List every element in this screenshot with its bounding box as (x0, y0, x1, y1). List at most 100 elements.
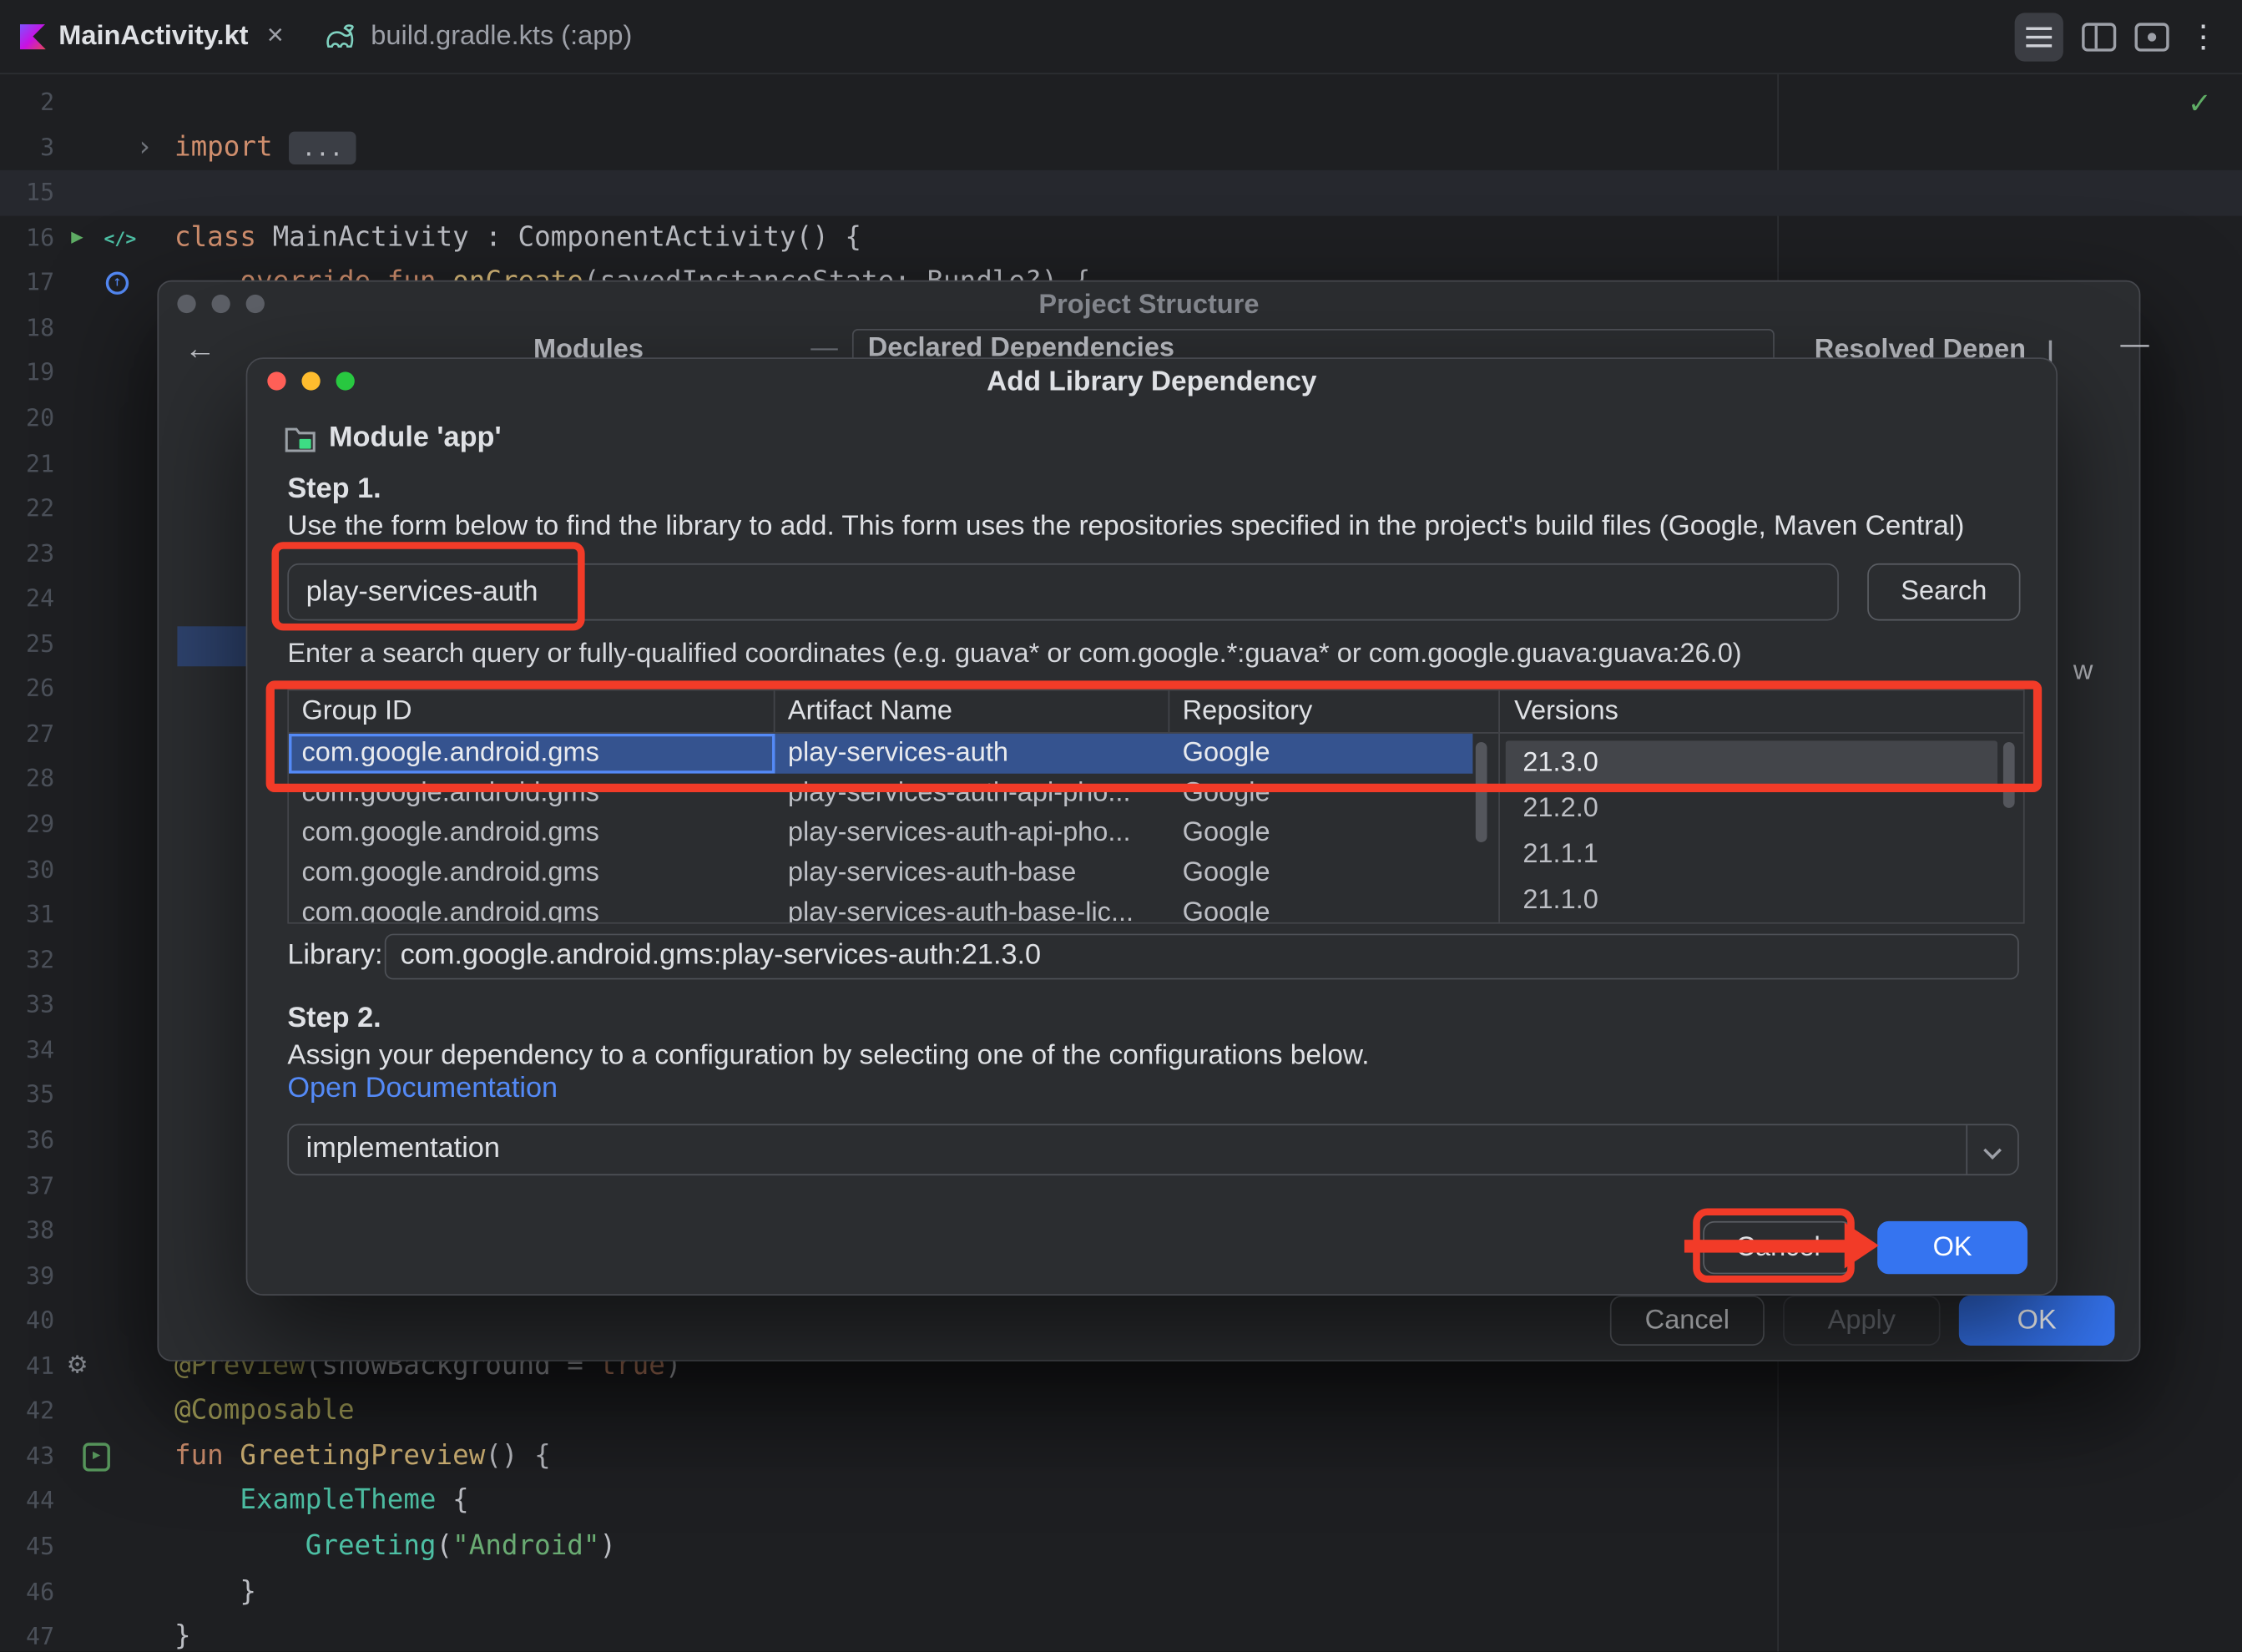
result-row[interactable]: com.google.android.gmsplay-services-auth… (289, 894, 1472, 924)
preview-icon[interactable]: ▶ (83, 1442, 110, 1471)
version-row[interactable]: 21.3.0 (1506, 740, 1997, 786)
line-number: 29 (0, 802, 54, 847)
library-label: Library: (287, 939, 382, 972)
result-cell: play-services-auth-base-lic... (775, 894, 1169, 924)
result-cell: Google (1169, 894, 1472, 924)
step1-description: Use the form below to find the library t… (287, 511, 1964, 543)
annotation-arrow-shaft (1684, 1240, 1847, 1252)
tab-label: build.gradle.kts (:app) (371, 21, 632, 53)
code-text: } (174, 1614, 191, 1651)
result-cell: com.google.android.gms (289, 854, 775, 894)
line-number: 26 (0, 667, 54, 712)
result-cell: play-services-auth-api-pho... (775, 814, 1169, 854)
markup-icon[interactable]: </> (94, 215, 146, 260)
results-table-header: Group ID Artifact Name Repository (289, 690, 1498, 733)
close-tab-icon[interactable]: × (267, 20, 284, 53)
line-number: 39 (0, 1254, 54, 1299)
result-cell: play-services-auth-api-pho... (775, 774, 1169, 814)
code-line: 45 Greeting("Android") (0, 1524, 2242, 1569)
back-arrow-icon[interactable]: ← (184, 331, 216, 368)
code-line: 3›import ... (0, 125, 2242, 170)
ok-button[interactable]: OK (1877, 1221, 2027, 1274)
result-cell: com.google.android.gms (289, 814, 775, 854)
line-number: 28 (0, 757, 54, 802)
structure-view-button[interactable] (2015, 13, 2063, 61)
tab-label: MainActivity.kt (58, 21, 248, 53)
split-editor-icon[interactable] (2082, 23, 2116, 51)
select-chevron[interactable] (1966, 1125, 2017, 1174)
line-number: 16 (0, 215, 54, 260)
step2-label: Step 2. (287, 1003, 381, 1035)
version-row[interactable]: 21.2.0 (1506, 786, 1997, 832)
results-table: Group ID Artifact Name Repository com.go… (289, 690, 1500, 922)
configuration-select[interactable]: implementation (287, 1124, 2018, 1175)
modules-list-selected-row[interactable] (177, 626, 247, 666)
code-text: ExampleTheme { (174, 1479, 469, 1524)
code-line: 2 (0, 80, 2242, 125)
ps-ok-button[interactable]: OK (1959, 1296, 2115, 1346)
line-number: 36 (0, 1118, 54, 1163)
module-label: Module 'app' (329, 422, 502, 454)
run-icon[interactable]: ▶ (63, 215, 91, 260)
ps-apply-button[interactable]: Apply (1783, 1296, 1940, 1346)
dialog-title: Add Library Dependency (247, 366, 2056, 399)
dialog-title: Project Structure (159, 290, 2139, 322)
code-text: @Composable (174, 1389, 355, 1434)
chevron-down-icon (1983, 1140, 2002, 1159)
versions-panel: Versions 21.3.021.2.021.1.121.1.0 (1500, 690, 2023, 922)
override-icon[interactable]: ↑ (106, 272, 129, 295)
line-number: 38 (0, 1209, 54, 1254)
preview-layout-icon[interactable] (2135, 23, 2169, 51)
result-row[interactable]: com.google.android.gmsplay-services-auth… (289, 774, 1472, 814)
result-row[interactable]: com.google.android.gmsplay-services-auth… (289, 814, 1472, 854)
versions-scrollbar[interactable] (2003, 742, 2015, 808)
ps-cancel-button[interactable]: Cancel (1610, 1296, 1765, 1346)
result-cell: Google (1169, 854, 1472, 894)
hide-panel-icon[interactable]: — (2120, 329, 2149, 361)
line-number: 41 (0, 1344, 54, 1389)
code-line: 46 } (0, 1569, 2242, 1614)
line-number: 2 (0, 80, 54, 125)
line-number: 20 (0, 396, 54, 441)
line-number: 35 (0, 1073, 54, 1118)
code-text: class MainActivity : ComponentActivity()… (174, 215, 861, 260)
code-text: Greeting("Android") (174, 1524, 616, 1569)
fold-icon[interactable]: › (132, 125, 158, 170)
version-row[interactable]: 21.1.0 (1506, 878, 1997, 924)
column-artifact-name[interactable]: Artifact Name (775, 690, 1169, 732)
line-number: 19 (0, 351, 54, 396)
library-field[interactable]: com.google.android.gms:play-services-aut… (385, 934, 2019, 980)
more-options-icon[interactable]: ⋮ (2188, 13, 2219, 61)
inspection-ok-icon[interactable]: ✓ (2188, 86, 2212, 122)
tab-mainactivity[interactable]: MainActivity.kt × (0, 0, 304, 73)
versions-header: Versions (1500, 690, 2023, 733)
column-group-id[interactable]: Group ID (289, 690, 775, 732)
step1-label: Step 1. (287, 473, 381, 506)
search-input[interactable] (287, 563, 1839, 621)
add-library-dependency-dialog: Add Library Dependency Module 'app' Step… (246, 357, 2058, 1296)
gear-icon[interactable]: ⚙ (63, 1344, 91, 1389)
results-rows: com.google.android.gmsplay-services-auth… (289, 734, 1498, 924)
line-number: 33 (0, 983, 54, 1028)
column-repository[interactable]: Repository (1169, 690, 1498, 732)
code-line: 47} (0, 1614, 2242, 1651)
line-number: 27 (0, 712, 54, 757)
result-cell: Google (1169, 814, 1472, 854)
version-row[interactable]: 21.1.1 (1506, 832, 1997, 878)
result-cell: com.google.android.gms (289, 734, 775, 774)
results-scrollbar[interactable] (1476, 742, 1487, 842)
code-line: 16▶</> class MainActivity : ComponentActi… (0, 215, 2242, 260)
result-row[interactable]: com.google.android.gmsplay-services-auth… (289, 734, 1472, 774)
result-cell: com.google.android.gms (289, 894, 775, 924)
result-row[interactable]: com.google.android.gmsplay-services-auth… (289, 854, 1472, 894)
line-number: 22 (0, 487, 54, 532)
code-line: 42@Composable (0, 1389, 2242, 1434)
tab-build-gradle[interactable]: build.gradle.kts (:app) (304, 0, 652, 73)
line-number: 30 (0, 847, 54, 892)
line-number: 18 (0, 306, 54, 351)
line-number: 47 (0, 1614, 54, 1651)
line-number: 44 (0, 1479, 54, 1524)
open-documentation-link[interactable]: Open Documentation (287, 1073, 558, 1105)
line-number: 45 (0, 1524, 54, 1569)
search-button[interactable]: Search (1867, 563, 2020, 621)
